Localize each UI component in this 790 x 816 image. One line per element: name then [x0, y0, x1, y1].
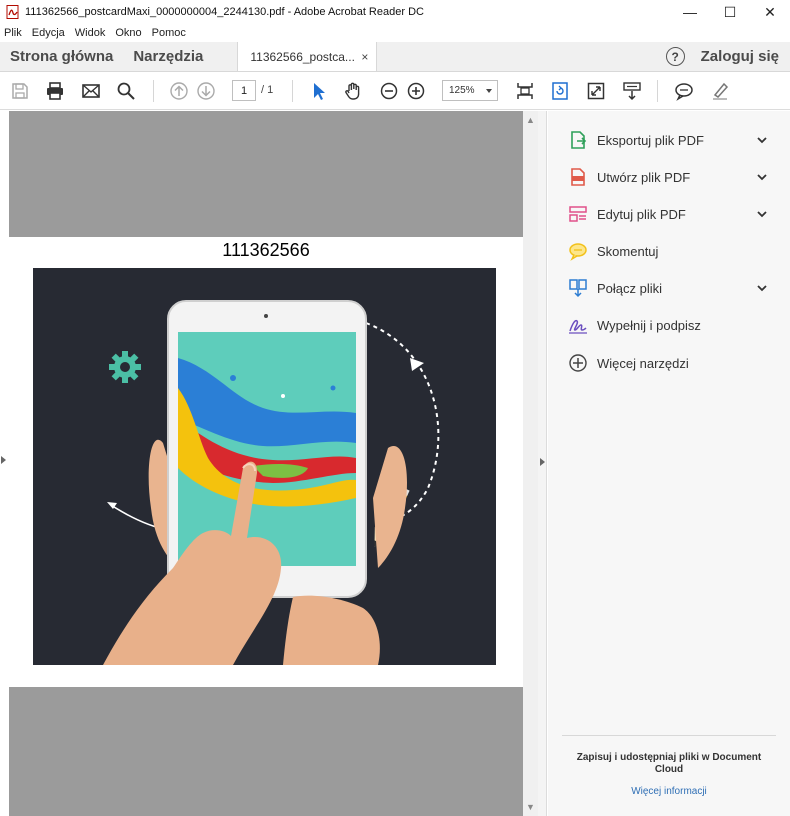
pdf-page: 111362566 — [9, 237, 523, 687]
tab-tools[interactable]: Narzędzia — [123, 42, 213, 71]
page-total: / 1 — [261, 84, 274, 96]
scroll-down-icon[interactable]: ▼ — [526, 802, 535, 812]
main-toolbar — [0, 72, 790, 110]
export-pdf-icon — [571, 131, 587, 149]
gear-icon — [109, 351, 141, 383]
chevron-down-icon[interactable] — [756, 134, 768, 146]
more-tools-icon — [569, 354, 587, 372]
document-cloud-promo: Zapisuj i udostępniaj pliki w Document C… — [576, 752, 762, 775]
window-title: 111362566_postcardMaxi_0000000004_224413… — [25, 6, 424, 18]
acrobat-pdf-icon — [6, 5, 19, 19]
create-pdf-icon — [571, 168, 585, 186]
rotate-view-icon[interactable] — [549, 80, 571, 102]
page-number-input[interactable]: 1 — [232, 80, 256, 101]
chevron-down-icon[interactable] — [756, 171, 768, 183]
combine-files-icon — [569, 279, 587, 298]
tab-document[interactable]: 11362566_postca... × — [237, 42, 378, 71]
menu-plik[interactable]: Plik — [4, 27, 22, 39]
tool-fill-sign[interactable]: Wypełnij i podpisz — [548, 310, 790, 340]
tools-panel: Eksportuj plik PDF Utwórz plik PDF Edytu… — [548, 111, 790, 816]
more-info-link[interactable]: Więcej informacji — [562, 786, 776, 797]
tool-label: Wypełnij i podpisz — [597, 318, 701, 333]
highlight-pen-icon[interactable] — [709, 80, 731, 102]
scroll-up-icon[interactable]: ▲ — [526, 115, 535, 125]
fill-sign-icon — [569, 319, 587, 334]
menu-edycja[interactable]: Edycja — [32, 27, 65, 39]
zoom-in-icon[interactable] — [405, 80, 427, 102]
tool-label: Połącz pliki — [597, 281, 663, 296]
tab-bar: Strona główna Narzędzia 11362566_postca.… — [0, 42, 790, 72]
search-icon[interactable] — [115, 80, 137, 102]
previous-page-icon[interactable] — [168, 80, 190, 102]
fit-page-icon[interactable] — [514, 80, 536, 102]
tool-export-pdf[interactable]: Eksportuj plik PDF — [548, 125, 790, 155]
comment-icon[interactable] — [673, 80, 695, 102]
collapse-right-panel-icon[interactable] — [540, 458, 545, 466]
scroll-mode-icon[interactable] — [621, 80, 643, 102]
tool-comment[interactable]: Skomentuj — [548, 236, 790, 266]
tool-label: Skomentuj — [597, 244, 659, 259]
menu-bar: Plik Edycja Widok Okno Pomoc — [0, 24, 790, 42]
left-panel-toggle-icon[interactable] — [1, 456, 6, 464]
tool-label: Eksportuj plik PDF — [597, 133, 704, 148]
email-icon[interactable] — [80, 80, 102, 102]
tab-close-icon[interactable]: × — [361, 50, 368, 64]
chevron-down-icon — [486, 89, 492, 93]
tablet-photo — [33, 268, 496, 665]
panel-divider[interactable] — [538, 111, 547, 816]
select-cursor-icon[interactable] — [308, 80, 330, 102]
tablet-illustration — [103, 300, 440, 665]
tool-combine-files[interactable]: Połącz pliki — [548, 273, 790, 303]
page-gap-top — [9, 111, 523, 237]
title-bar: 111362566_postcardMaxi_0000000004_224413… — [0, 0, 790, 24]
vertical-scrollbar[interactable]: ▲ ▼ — [523, 111, 538, 816]
edit-pdf-icon — [569, 206, 587, 222]
full-screen-icon[interactable] — [585, 80, 607, 102]
login-link[interactable]: Zaloguj się — [701, 48, 779, 65]
tool-label: Utwórz plik PDF — [597, 170, 691, 185]
menu-widok[interactable]: Widok — [75, 27, 106, 39]
tab-document-label: 11362566_postca... — [250, 49, 355, 64]
print-icon[interactable] — [44, 80, 66, 102]
tool-label: Edytuj plik PDF — [597, 207, 686, 222]
help-icon[interactable]: ? — [665, 47, 685, 66]
chevron-down-icon[interactable] — [756, 208, 768, 220]
zoom-out-icon[interactable] — [378, 80, 400, 102]
minimize-button[interactable]: — — [670, 0, 710, 24]
comment-icon — [569, 243, 587, 261]
tool-label: Więcej narzędzi — [597, 356, 689, 371]
divider — [562, 735, 776, 736]
close-window-button[interactable]: ✕ — [750, 0, 790, 24]
zoom-select[interactable]: 125% — [442, 80, 498, 101]
tab-home[interactable]: Strona główna — [0, 42, 123, 71]
tool-create-pdf[interactable]: Utwórz plik PDF — [548, 162, 790, 192]
tool-edit-pdf[interactable]: Edytuj plik PDF — [548, 199, 790, 229]
hand-tool-icon[interactable] — [342, 80, 364, 102]
tool-more-tools[interactable]: Więcej narzędzi — [548, 348, 790, 378]
chevron-down-icon[interactable] — [756, 282, 768, 294]
zoom-value: 125% — [449, 85, 475, 96]
menu-pomoc[interactable]: Pomoc — [152, 27, 186, 39]
next-page-icon[interactable] — [195, 80, 217, 102]
page-gap-bottom — [9, 687, 523, 816]
page-heading: 111362566 — [222, 240, 310, 260]
menu-okno[interactable]: Okno — [115, 27, 141, 39]
save-icon[interactable] — [9, 80, 31, 102]
maximize-button[interactable]: ☐ — [710, 0, 750, 24]
